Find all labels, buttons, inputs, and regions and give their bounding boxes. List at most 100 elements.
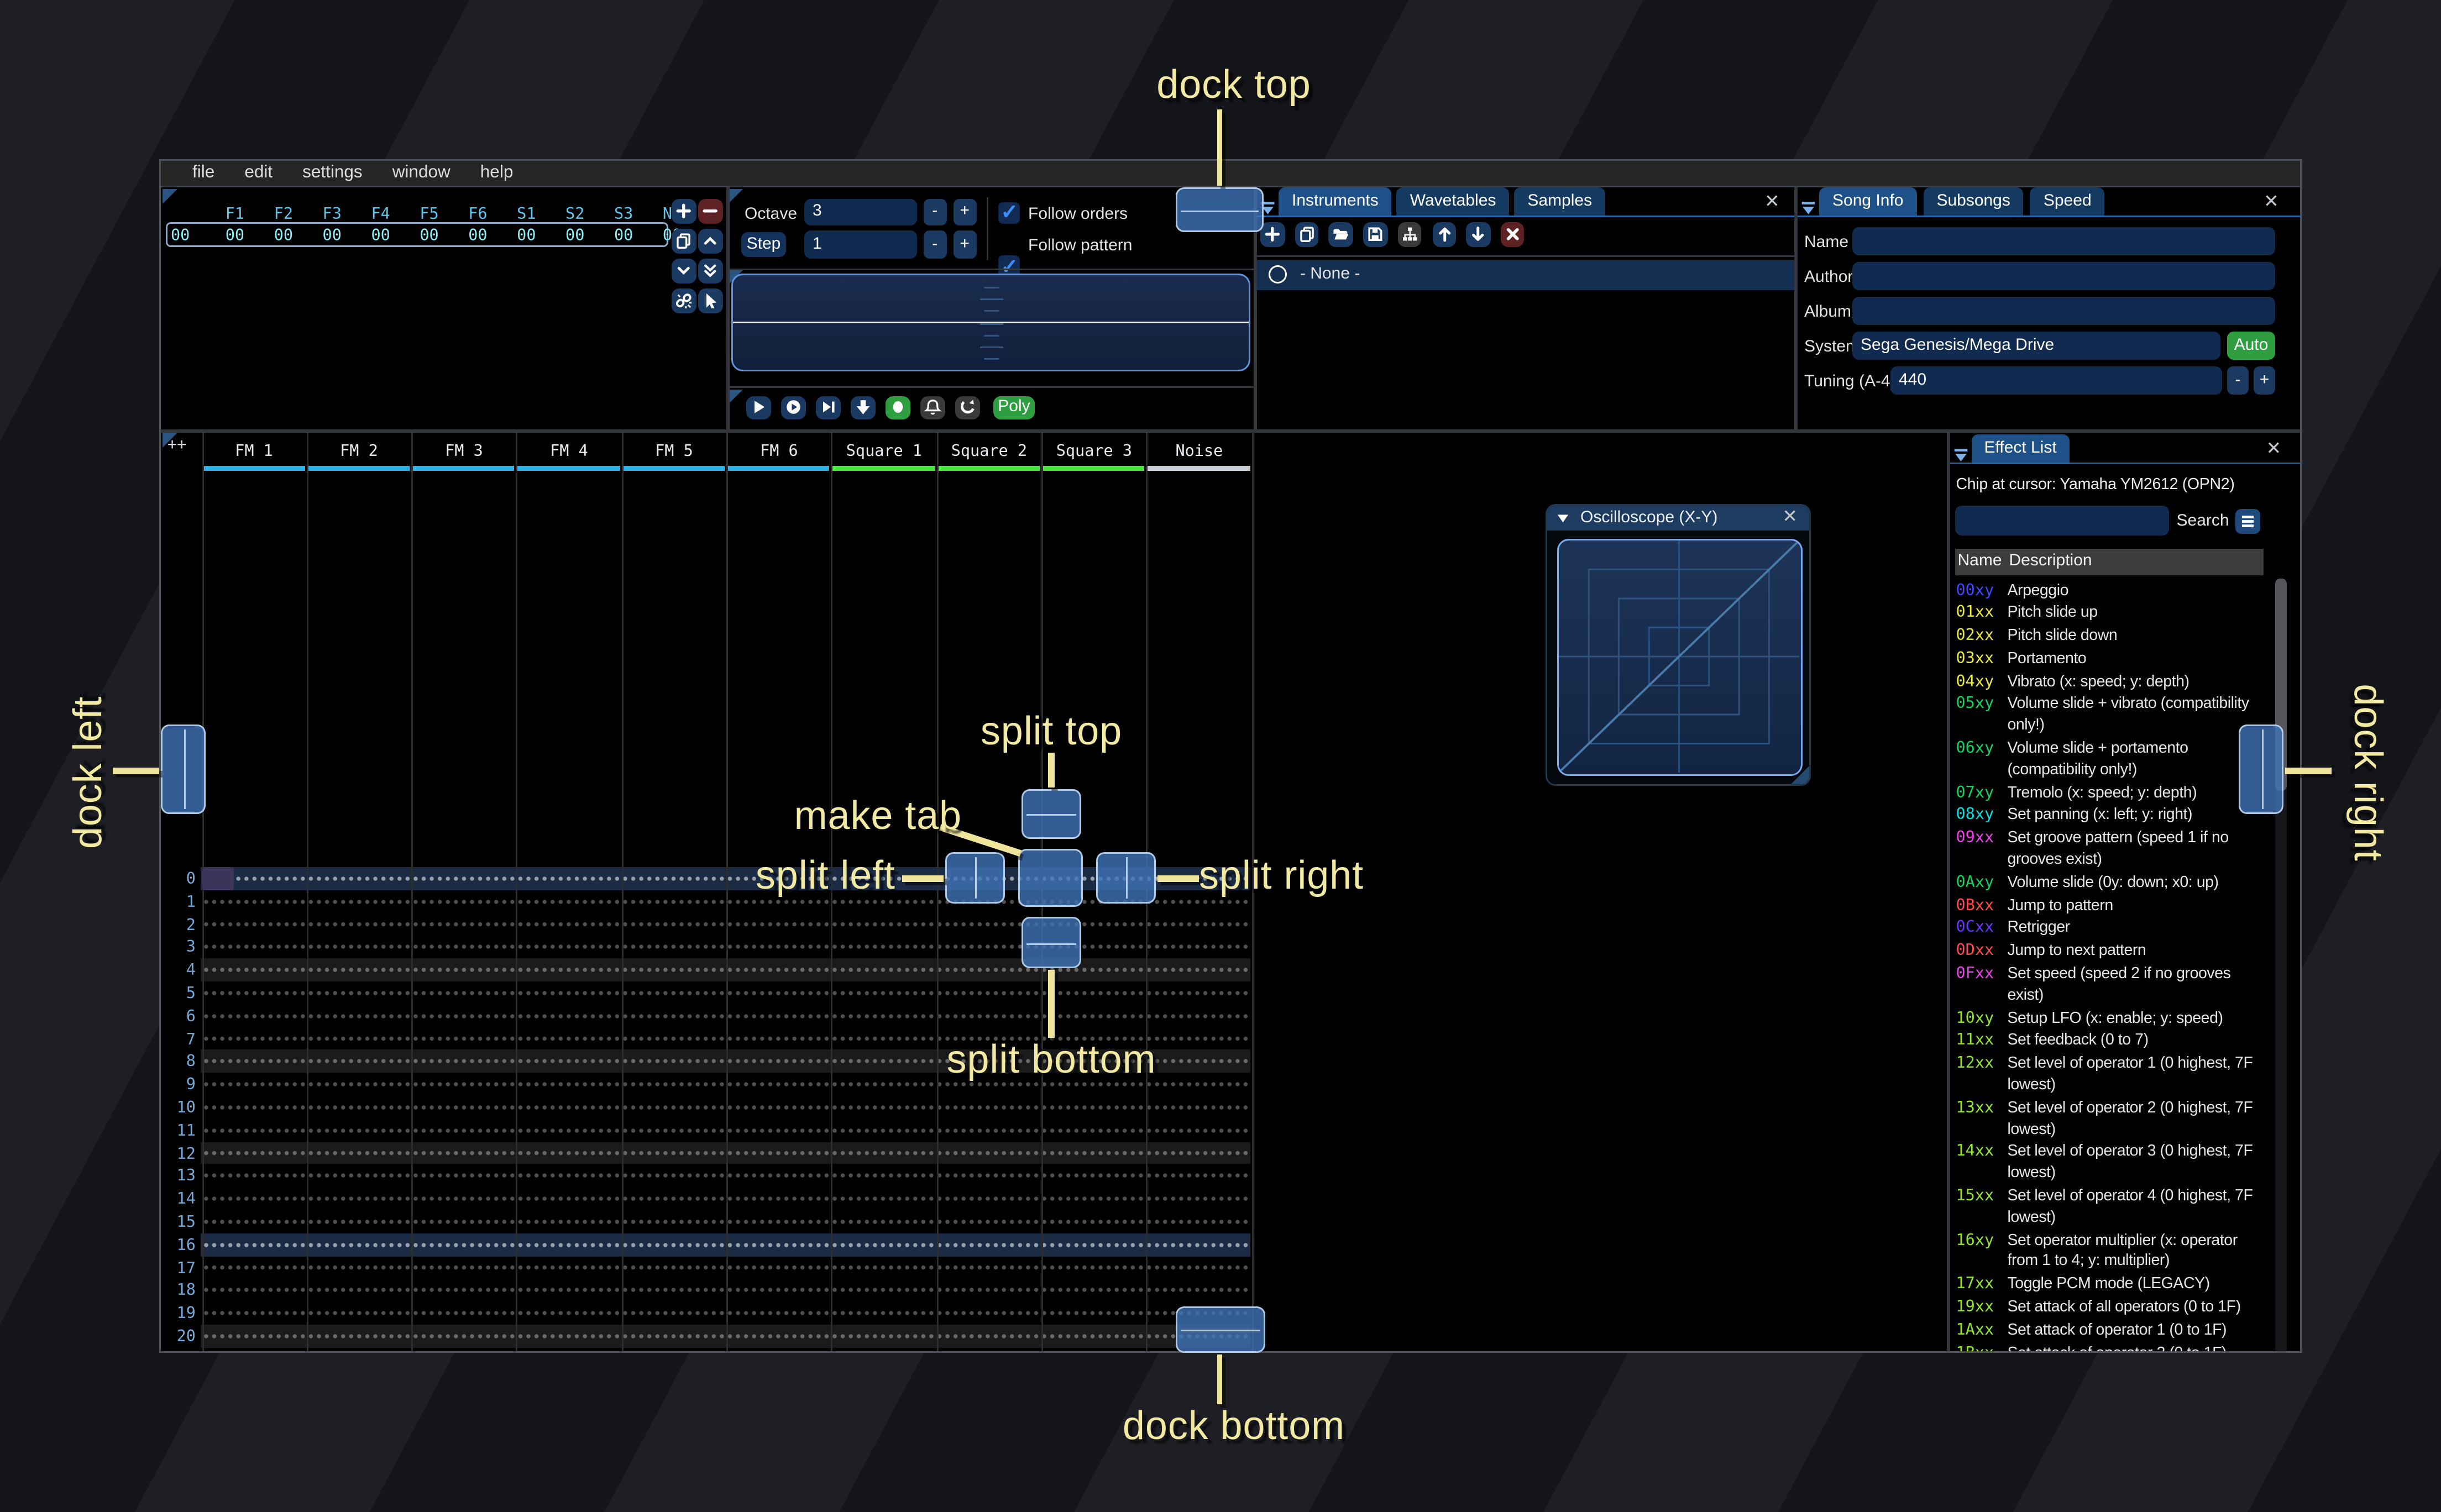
order-row-index[interactable]: 00 bbox=[171, 227, 190, 245]
effect-row[interactable]: 05xy Volume slide + vibrato (compatibilit… bbox=[1956, 695, 2268, 738]
effect-row[interactable]: 0Fxx Set speed (speed 2 if no grooves exi… bbox=[1956, 965, 2268, 1007]
effect-row[interactable]: 00xy Arpeggio bbox=[1956, 581, 2268, 602]
effect-row[interactable]: 04xy Vibrato (x: speed; y: depth) bbox=[1956, 673, 2268, 694]
split-left-target[interactable] bbox=[945, 852, 1005, 904]
poly-button[interactable]: Poly bbox=[993, 395, 1035, 419]
effect-row[interactable]: 12xx Set level of operator 1 (0 highest, … bbox=[1956, 1055, 2268, 1098]
effect-list-scrollbar[interactable] bbox=[2275, 578, 2286, 1351]
split-bottom-target[interactable] bbox=[1022, 917, 1081, 968]
effect-row[interactable]: 16xy Set operator multiplier (x: operator… bbox=[1956, 1231, 2268, 1274]
effect-row[interactable]: 07xy Tremolo (x: speed; y: depth) bbox=[1956, 784, 2268, 805]
effect-search-input[interactable] bbox=[1954, 505, 2168, 535]
resize-grip-icon[interactable] bbox=[1791, 766, 1809, 784]
effect-row[interactable]: 08xy Set panning (x: left; y: right) bbox=[1956, 806, 2268, 827]
move-instrument-up-button[interactable] bbox=[1432, 222, 1456, 246]
effect-row[interactable]: 10xy Setup LFO (x: enable; y: speed) bbox=[1956, 1009, 2268, 1030]
menu-settings[interactable]: settings bbox=[287, 163, 378, 183]
make-tab-target[interactable] bbox=[1018, 849, 1083, 907]
tab-wavetables[interactable]: Wavetables bbox=[1396, 187, 1510, 215]
close-instruments-panel-icon[interactable]: ✕ bbox=[1764, 192, 1780, 212]
menu-help[interactable]: help bbox=[465, 163, 528, 183]
order-cell[interactable]: 00 bbox=[405, 227, 454, 245]
oscilloscope-xy-titlebar[interactable]: Oscilloscope (X-Y) ✕ bbox=[1547, 506, 1809, 531]
effect-row[interactable]: 09xx Set groove pattern (speed 1 if no gr… bbox=[1956, 830, 2268, 872]
song-name-input[interactable] bbox=[1852, 227, 2275, 255]
menu-file[interactable]: file bbox=[177, 163, 229, 183]
play-button[interactable] bbox=[746, 395, 771, 419]
add-order-button[interactable] bbox=[671, 198, 696, 223]
play-from-beginning-button[interactable] bbox=[781, 395, 805, 419]
effect-row[interactable]: 14xx Set level of operator 3 (0 highest, … bbox=[1956, 1143, 2268, 1185]
effect-row[interactable]: 15xx Set level of operator 4 (0 highest, … bbox=[1956, 1187, 2268, 1230]
song-album-input[interactable] bbox=[1852, 297, 2275, 324]
effect-list-menu-button[interactable] bbox=[2234, 508, 2260, 534]
tab-instruments[interactable]: Instruments bbox=[1279, 187, 1392, 215]
instrument-folders-button[interactable] bbox=[1397, 222, 1422, 246]
order-cell[interactable]: 00 bbox=[599, 227, 648, 245]
instrument-list-item[interactable]: - None - bbox=[1254, 259, 1794, 290]
order-cell[interactable]: 00 bbox=[308, 227, 357, 245]
effect-row[interactable]: 01xx Pitch slide up bbox=[1956, 604, 2268, 625]
close-song-info-panel-icon[interactable]: ✕ bbox=[2264, 192, 2279, 212]
order-cell[interactable]: 00 bbox=[357, 227, 405, 245]
effect-row[interactable]: 19xx Set attack of all operators (0 to 1F… bbox=[1956, 1298, 2268, 1319]
order-change-mode-button[interactable] bbox=[671, 287, 696, 313]
move-instrument-down-button[interactable] bbox=[1466, 222, 1491, 246]
duplicate-order-end-button[interactable] bbox=[698, 258, 723, 283]
order-cell[interactable]: 00 bbox=[551, 227, 599, 245]
tab-samples[interactable]: Samples bbox=[1514, 187, 1606, 215]
tuning-decrease-button[interactable]: - bbox=[2227, 366, 2249, 394]
octave-increase-button[interactable]: + bbox=[954, 198, 976, 225]
effect-row[interactable]: 0Dxx Jump to next pattern bbox=[1956, 942, 2268, 963]
effect-row[interactable]: 13xx Set level of operator 2 (0 highest, … bbox=[1956, 1099, 2268, 1141]
tab-list-caret-icon[interactable] bbox=[1799, 195, 1817, 225]
collapse-icon[interactable] bbox=[1555, 506, 1570, 533]
open-instrument-button[interactable] bbox=[1329, 222, 1353, 246]
order-cell[interactable]: 00 bbox=[454, 227, 502, 245]
save-instrument-button[interactable] bbox=[1363, 222, 1387, 246]
effect-row[interactable]: 02xx Pitch slide down bbox=[1956, 627, 2268, 648]
metronome-button[interactable] bbox=[920, 395, 945, 419]
step-decrease-button[interactable]: - bbox=[924, 230, 946, 258]
tab-subsongs[interactable]: Subsongs bbox=[1923, 187, 2024, 215]
effect-row[interactable]: 0Axy Volume slide (0y: down; x0: up) bbox=[1956, 874, 2268, 895]
move-order-down-button[interactable] bbox=[671, 258, 696, 283]
step-increase-button[interactable]: + bbox=[954, 230, 976, 258]
close-oscilloscope-xy-icon[interactable]: ✕ bbox=[1782, 508, 1798, 527]
menu-window[interactable]: window bbox=[378, 163, 465, 183]
effect-row[interactable]: 11xx Set feedback (0 to 7) bbox=[1956, 1032, 2268, 1053]
order-cell[interactable]: 00 bbox=[211, 227, 259, 245]
order-edit-mode-button[interactable] bbox=[698, 287, 723, 313]
step-one-row-button[interactable] bbox=[851, 395, 875, 419]
effect-row[interactable]: 0Bxx Jump to pattern bbox=[1956, 896, 2268, 917]
tuning-input[interactable]: 440 bbox=[1890, 366, 2222, 394]
tab-list-caret-icon[interactable] bbox=[1951, 442, 1969, 472]
duplicate-instrument-button[interactable] bbox=[1295, 222, 1319, 246]
tab-song-info[interactable]: Song Info bbox=[1819, 187, 1917, 215]
add-instrument-button[interactable] bbox=[1260, 222, 1285, 246]
tab-effect-list[interactable]: Effect List bbox=[1971, 434, 2070, 462]
delete-instrument-button[interactable] bbox=[1500, 222, 1525, 246]
dock-top-target[interactable] bbox=[1176, 187, 1264, 232]
follow-orders-checkbox[interactable] bbox=[998, 199, 1020, 224]
step-input[interactable]: 1 bbox=[804, 230, 917, 258]
move-order-up-button[interactable] bbox=[698, 228, 723, 253]
split-right-target[interactable] bbox=[1096, 852, 1156, 904]
tuning-increase-button[interactable]: + bbox=[2254, 366, 2275, 394]
play-one-row-button[interactable] bbox=[816, 395, 840, 419]
effect-row[interactable]: 17xx Toggle PCM mode (LEGACY) bbox=[1956, 1275, 2268, 1296]
repeat-pattern-button[interactable] bbox=[955, 395, 979, 419]
order-cell[interactable]: 00 bbox=[502, 227, 551, 245]
dock-right-target[interactable] bbox=[2239, 725, 2283, 814]
effect-row[interactable]: 06xy Volume slide + portamento (compatibi… bbox=[1956, 739, 2268, 782]
tab-speed[interactable]: Speed bbox=[2030, 187, 2105, 215]
menu-edit[interactable]: edit bbox=[229, 163, 287, 183]
close-effect-list-panel-icon[interactable]: ✕ bbox=[2266, 439, 2282, 459]
dock-left-target[interactable] bbox=[161, 725, 206, 814]
duplicate-order-button[interactable] bbox=[671, 228, 696, 253]
split-top-target[interactable] bbox=[1022, 789, 1081, 839]
effect-row[interactable]: 0Cxx Retrigger bbox=[1956, 919, 2268, 940]
remove-order-button[interactable] bbox=[698, 198, 723, 223]
song-author-input[interactable] bbox=[1852, 262, 2275, 290]
system-auto-button[interactable]: Auto bbox=[2227, 332, 2275, 359]
